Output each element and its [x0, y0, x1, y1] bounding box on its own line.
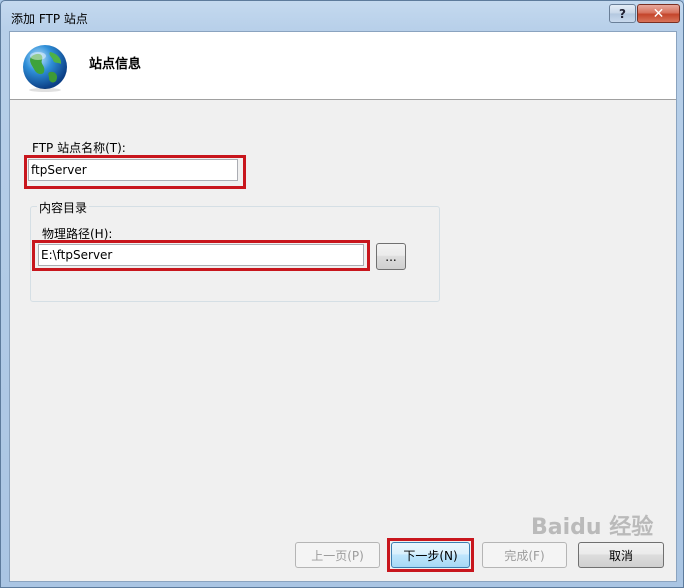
physical-path-label: 物理路径(H):: [42, 227, 113, 241]
physical-path-input[interactable]: E:\ftpServer: [38, 244, 364, 266]
prev-button[interactable]: 上一页(P): [295, 542, 380, 568]
page-title: 站点信息: [89, 57, 142, 72]
globe-icon: [23, 45, 67, 92]
add-ftp-site-dialog: 添加 FTP 站点 ? ✕ 站点信息 FTP 站点名称(T): ftpServe…: [0, 0, 684, 588]
help-button[interactable]: ?: [609, 4, 636, 23]
dialog-body: 站点信息 FTP 站点名称(T): ftpServer 内容目录 物理路径(H)…: [9, 31, 677, 582]
content-directory-label: 内容目录: [37, 199, 90, 216]
close-button[interactable]: ✕: [637, 4, 680, 23]
browse-button[interactable]: ...: [376, 243, 406, 270]
title-bar[interactable]: 添加 FTP 站点 ? ✕: [1, 1, 683, 31]
wizard-header: 站点信息: [10, 32, 676, 100]
next-label: 下一步(N): [403, 548, 458, 563]
browse-label: ...: [385, 249, 397, 264]
cancel-label: 取消: [608, 548, 633, 563]
help-icon: ?: [619, 6, 626, 21]
cancel-button[interactable]: 取消: [578, 542, 664, 568]
prev-label: 上一页(P): [311, 548, 364, 563]
finish-label: 完成(F): [504, 548, 545, 563]
site-name-input[interactable]: ftpServer: [28, 159, 238, 181]
next-button[interactable]: 下一步(N): [391, 542, 470, 568]
close-icon: ✕: [652, 5, 665, 22]
window-title: 添加 FTP 站点: [11, 12, 88, 26]
finish-button[interactable]: 完成(F): [482, 542, 567, 568]
site-name-label: FTP 站点名称(T):: [32, 141, 126, 155]
